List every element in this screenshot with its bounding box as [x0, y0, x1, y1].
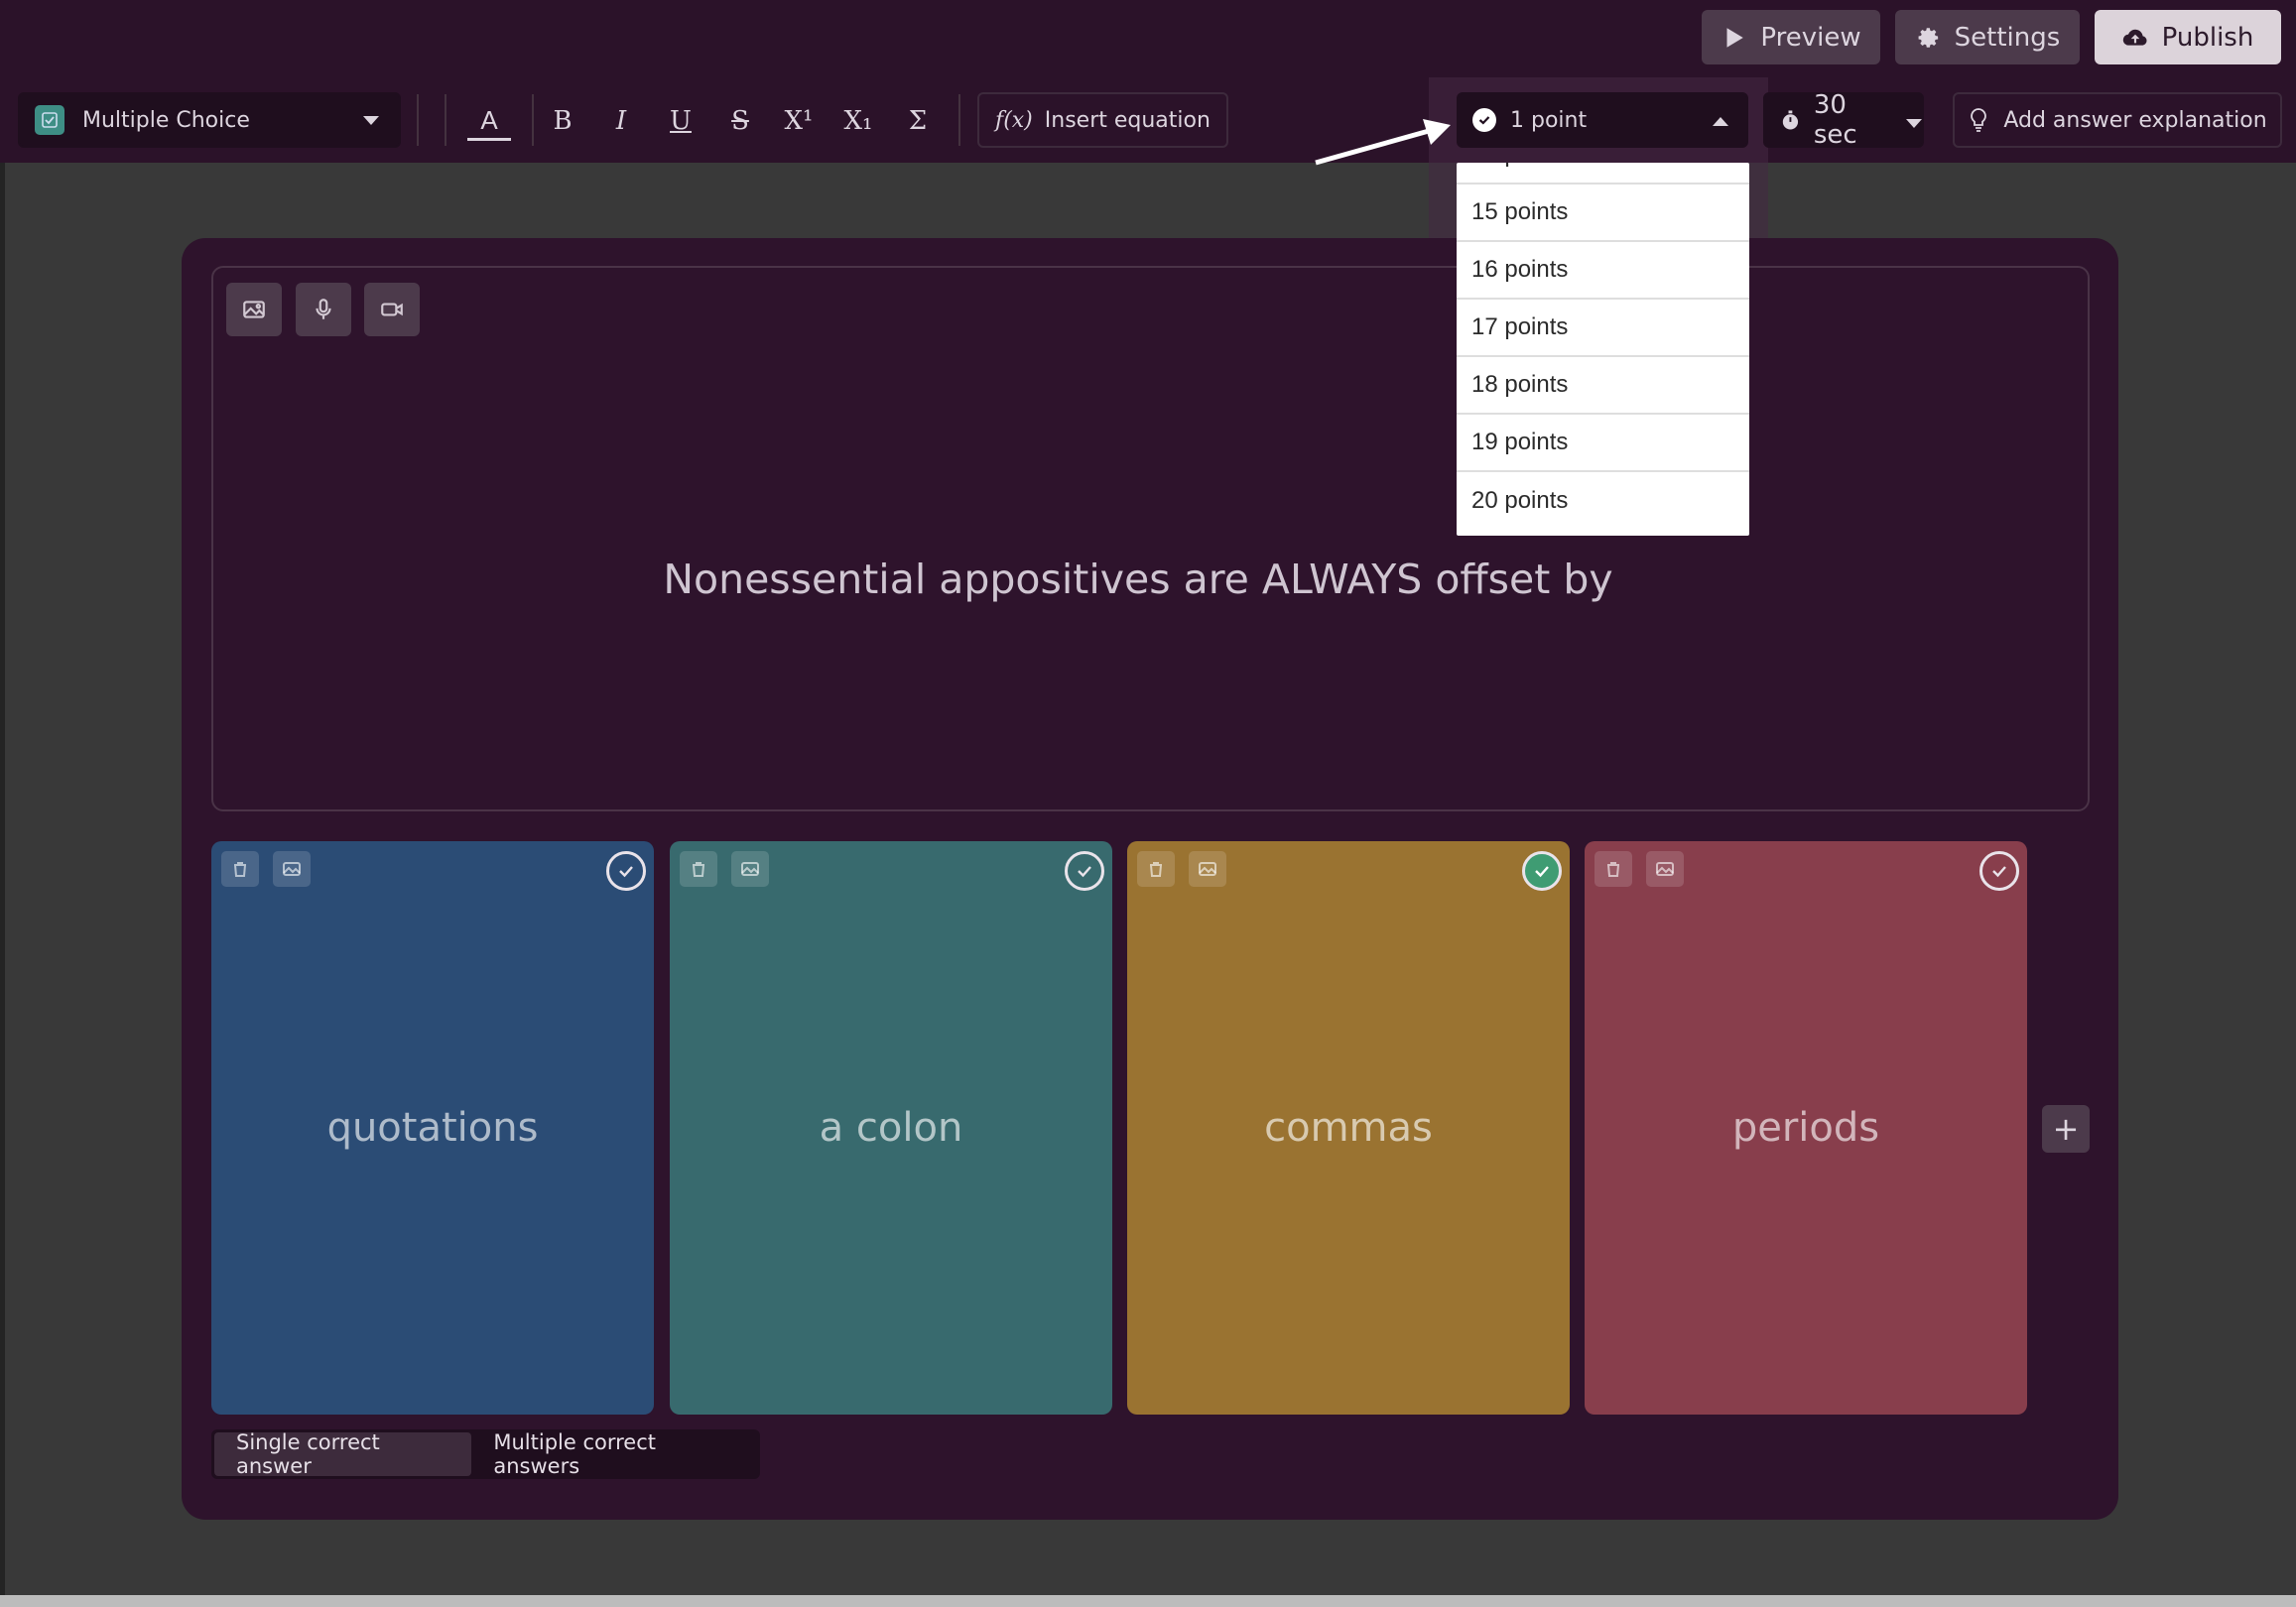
- toolbar-divider: [445, 94, 446, 146]
- answer-explanation-label: Add answer explanation: [2003, 107, 2267, 133]
- image-icon: [243, 301, 265, 318]
- answer-text[interactable]: periods: [1585, 841, 2027, 1415]
- toolbar-divider: [417, 94, 419, 146]
- horizontal-scrollbar[interactable]: [0, 1595, 2296, 1607]
- question-type-select[interactable]: Multiple Choice: [18, 92, 401, 148]
- points-option-19[interactable]: 19 points: [1457, 415, 1749, 472]
- add-video-button[interactable]: [364, 283, 420, 336]
- points-option-16[interactable]: 16 points: [1457, 242, 1749, 300]
- points-option-14[interactable]: 14 points: [1457, 163, 1749, 185]
- preview-button[interactable]: Preview: [1702, 10, 1880, 64]
- cloud-upload-icon: [2122, 29, 2147, 46]
- bold-button[interactable]: B: [541, 99, 584, 143]
- add-answer-explanation-button[interactable]: Add answer explanation: [1953, 92, 2282, 148]
- toolbar-divider: [958, 94, 960, 146]
- points-option-18[interactable]: 18 points: [1457, 357, 1749, 415]
- window-left-edge: [0, 163, 5, 1595]
- single-correct-answer-option[interactable]: Single correct answer: [214, 1430, 472, 1478]
- points-option-15[interactable]: 15 points: [1457, 185, 1749, 242]
- underline-button[interactable]: U: [659, 99, 702, 143]
- question-type-label: Multiple Choice: [82, 107, 250, 133]
- microphone-icon: [316, 299, 331, 319]
- function-icon: f(x): [995, 107, 1033, 133]
- timer-label: 30 sec: [1813, 90, 1857, 150]
- italic-button[interactable]: I: [599, 99, 643, 143]
- points-dropdown-list: 14 points 15 points 16 points 17 points …: [1457, 163, 1749, 536]
- answer-option-4[interactable]: periods: [1585, 841, 2027, 1415]
- timer-select[interactable]: 30 sec: [1763, 90, 1924, 150]
- text-color-button[interactable]: A: [467, 103, 511, 141]
- annotation-arrow-icon: [1315, 119, 1451, 166]
- lightbulb-icon: [1971, 108, 1987, 132]
- gear-icon: [1918, 27, 1938, 48]
- points-selected-label: 1 point: [1510, 107, 1588, 133]
- insert-equation-button[interactable]: f(x) Insert equation: [977, 92, 1228, 148]
- chevron-down-icon: [1906, 118, 1922, 128]
- add-answer-button[interactable]: +: [2042, 1105, 2090, 1153]
- publish-label: Publish: [2161, 22, 2254, 53]
- play-icon: [1726, 27, 1744, 48]
- settings-button[interactable]: Settings: [1895, 10, 2080, 64]
- preview-label: Preview: [1760, 22, 1861, 53]
- toolbar-divider: [532, 94, 534, 146]
- video-camera-icon: [381, 303, 403, 316]
- sigma-button[interactable]: Σ: [896, 99, 940, 143]
- answer-text[interactable]: quotations: [211, 841, 654, 1415]
- strikethrough-button[interactable]: S: [718, 99, 762, 143]
- points-select[interactable]: 1 point: [1457, 92, 1748, 148]
- settings-label: Settings: [1954, 22, 2061, 53]
- answer-option-3[interactable]: commas: [1127, 841, 1570, 1415]
- checkbox-icon: [35, 105, 64, 135]
- insert-equation-label: Insert equation: [1044, 107, 1211, 133]
- answer-text[interactable]: a colon: [670, 841, 1112, 1415]
- stopwatch-icon: [1782, 110, 1799, 130]
- question-text[interactable]: Nonessential appositives are ALWAYS offs…: [211, 556, 2065, 603]
- chevron-up-icon: [1713, 117, 1728, 126]
- answer-option-1[interactable]: quotations: [211, 841, 654, 1415]
- answer-option-2[interactable]: a colon: [670, 841, 1112, 1415]
- chevron-down-icon: [363, 116, 379, 125]
- question-input-area[interactable]: [211, 266, 2090, 811]
- add-image-button[interactable]: [226, 283, 282, 336]
- points-option-20[interactable]: 20 points: [1457, 472, 1749, 530]
- answer-mode-toggle: Single correct answer Multiple correct a…: [211, 1429, 760, 1479]
- answer-text[interactable]: commas: [1127, 841, 1570, 1415]
- add-audio-button[interactable]: [296, 283, 351, 336]
- check-circle-icon: [1472, 108, 1496, 132]
- publish-button[interactable]: Publish: [2095, 10, 2281, 64]
- points-option-17[interactable]: 17 points: [1457, 300, 1749, 357]
- multiple-correct-answers-option[interactable]: Multiple correct answers: [471, 1430, 757, 1478]
- superscript-button[interactable]: X¹: [777, 99, 821, 143]
- subscript-button[interactable]: X₁: [836, 99, 880, 143]
